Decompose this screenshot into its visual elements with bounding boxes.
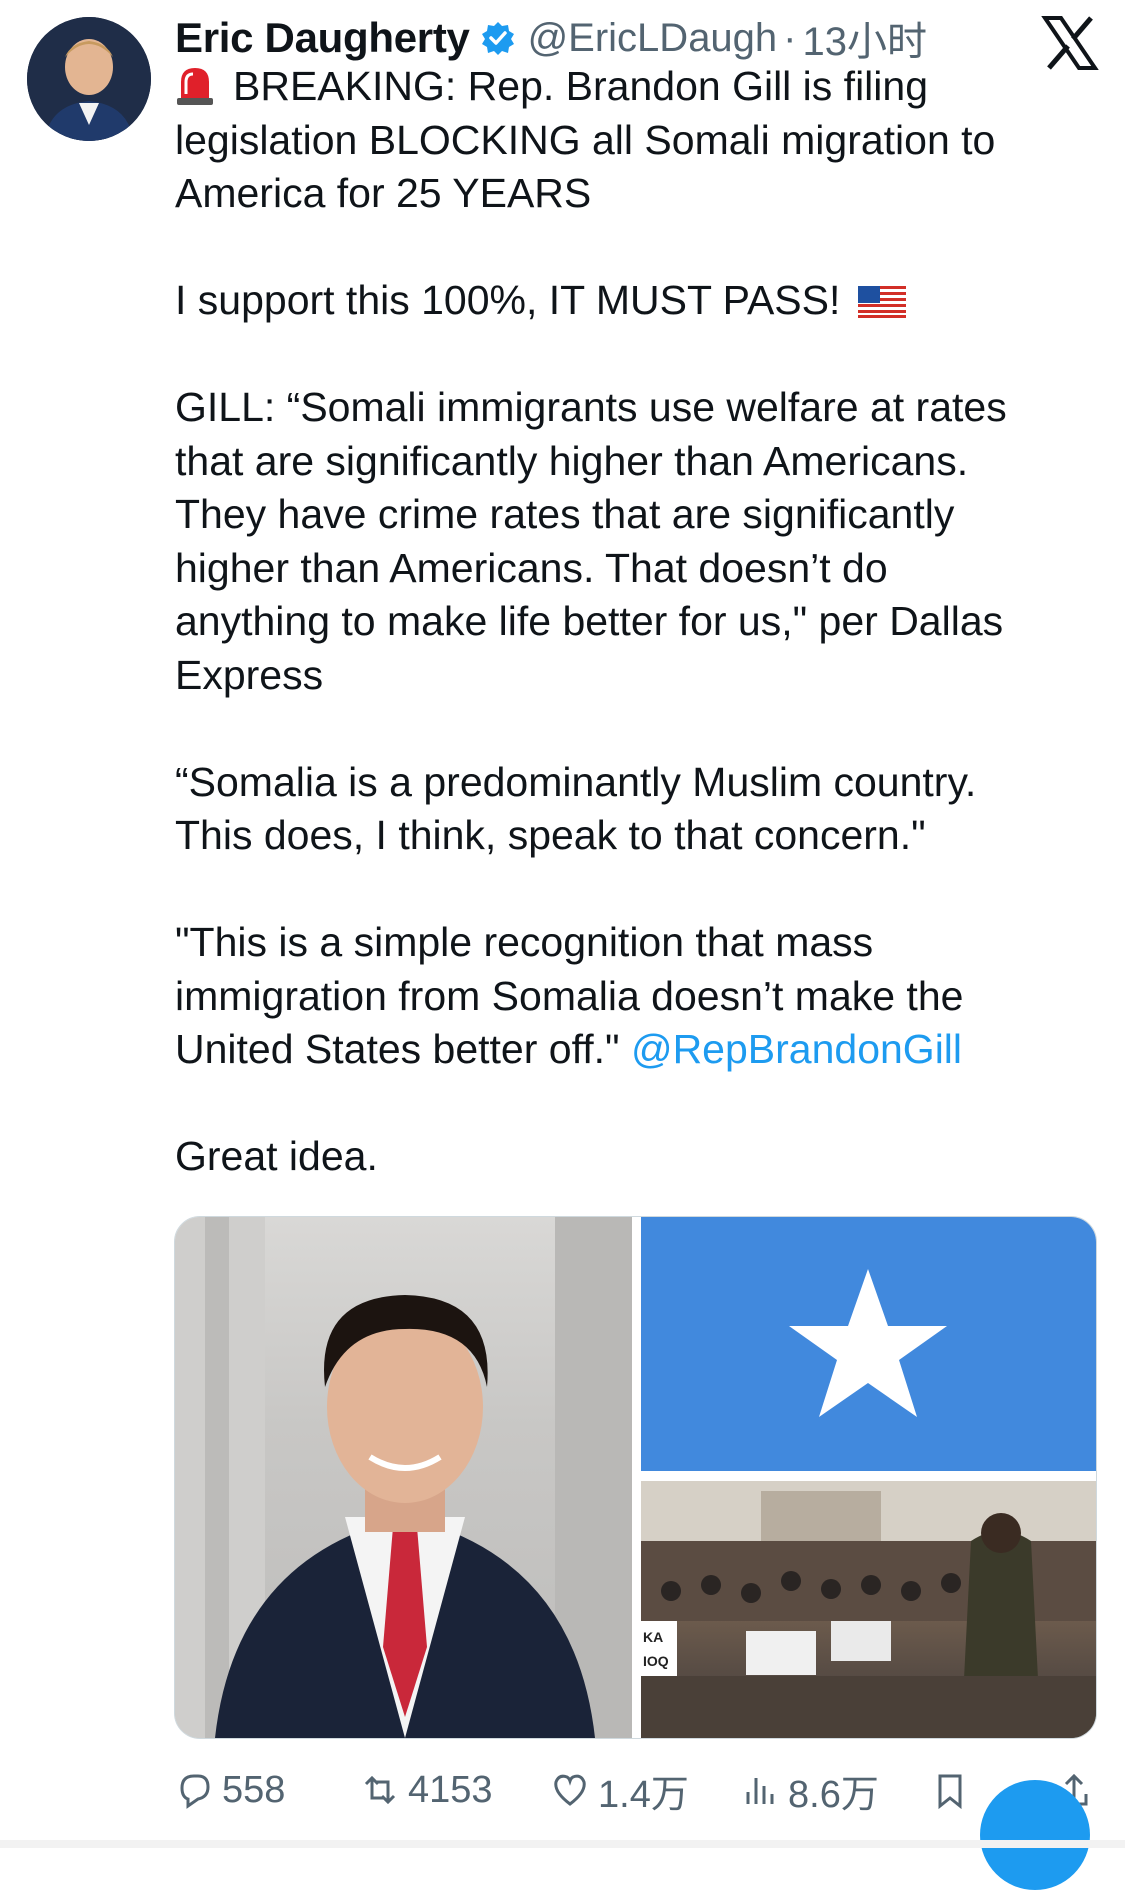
- somali-flag-star: [789, 1269, 947, 1417]
- author-handle[interactable]: @EricLDaugh: [528, 16, 778, 61]
- views-icon: [746, 1778, 774, 1804]
- reply-count: 558: [222, 1768, 286, 1811]
- like-button[interactable]: 1.4万: [550, 1763, 689, 1818]
- media-grid: KA IOQ: [174, 1216, 1097, 1739]
- tweet-text-breaking: BREAKING: Rep. Brandon Gill is filing le…: [175, 63, 996, 216]
- header-separator: ·: [783, 15, 797, 60]
- bottom-edge: [0, 1840, 1125, 1848]
- tweet-text-closing: Great idea.: [175, 1133, 378, 1179]
- action-bar: 558 4153 1.4万 8.6万: [174, 1760, 1095, 1820]
- bookmark-icon: [938, 1774, 962, 1810]
- siren-emoji-icon: [175, 64, 215, 106]
- avatar-portrait: [27, 17, 151, 141]
- verified-badge-icon: [480, 20, 516, 56]
- post-time[interactable]: 13小时: [803, 9, 928, 67]
- reply-button[interactable]: 558: [174, 1769, 285, 1812]
- compose-fab-button[interactable]: [980, 1780, 1090, 1890]
- crowd-scene: [641, 1481, 1096, 1738]
- tweet-body: BREAKING: Rep. Brandon Gill is filing le…: [175, 60, 1075, 1184]
- photo-somali-flag[interactable]: [641, 1217, 1096, 1471]
- author-avatar[interactable]: [27, 17, 151, 141]
- retweet-icon: [364, 1775, 396, 1805]
- bookmark-button[interactable]: [930, 1770, 978, 1810]
- tweet-text-support: I support this 100%, IT MUST PASS!: [175, 277, 841, 323]
- views-count: 8.6万: [788, 1773, 879, 1816]
- heart-icon: [554, 1774, 586, 1806]
- like-count: 1.4万: [598, 1773, 689, 1816]
- retweet-count: 4153: [408, 1768, 493, 1811]
- views-button[interactable]: 8.6万: [740, 1763, 879, 1818]
- crowd-sign-text: KA IOQ: [643, 1629, 669, 1669]
- photo-politician[interactable]: [175, 1217, 632, 1738]
- tweet-text-quotes: GILL: “Somali immigrants use welfare at …: [175, 384, 1007, 1072]
- author-name[interactable]: Eric Daugherty: [175, 14, 470, 62]
- politician-portrait: [175, 1217, 632, 1738]
- retweet-button[interactable]: 4153: [360, 1769, 493, 1812]
- photo-crowd[interactable]: KA IOQ: [641, 1481, 1096, 1738]
- reply-icon: [180, 1774, 210, 1809]
- us-flag-emoji-icon: [857, 278, 906, 318]
- mention-link[interactable]: @RepBrandonGill: [631, 1026, 962, 1072]
